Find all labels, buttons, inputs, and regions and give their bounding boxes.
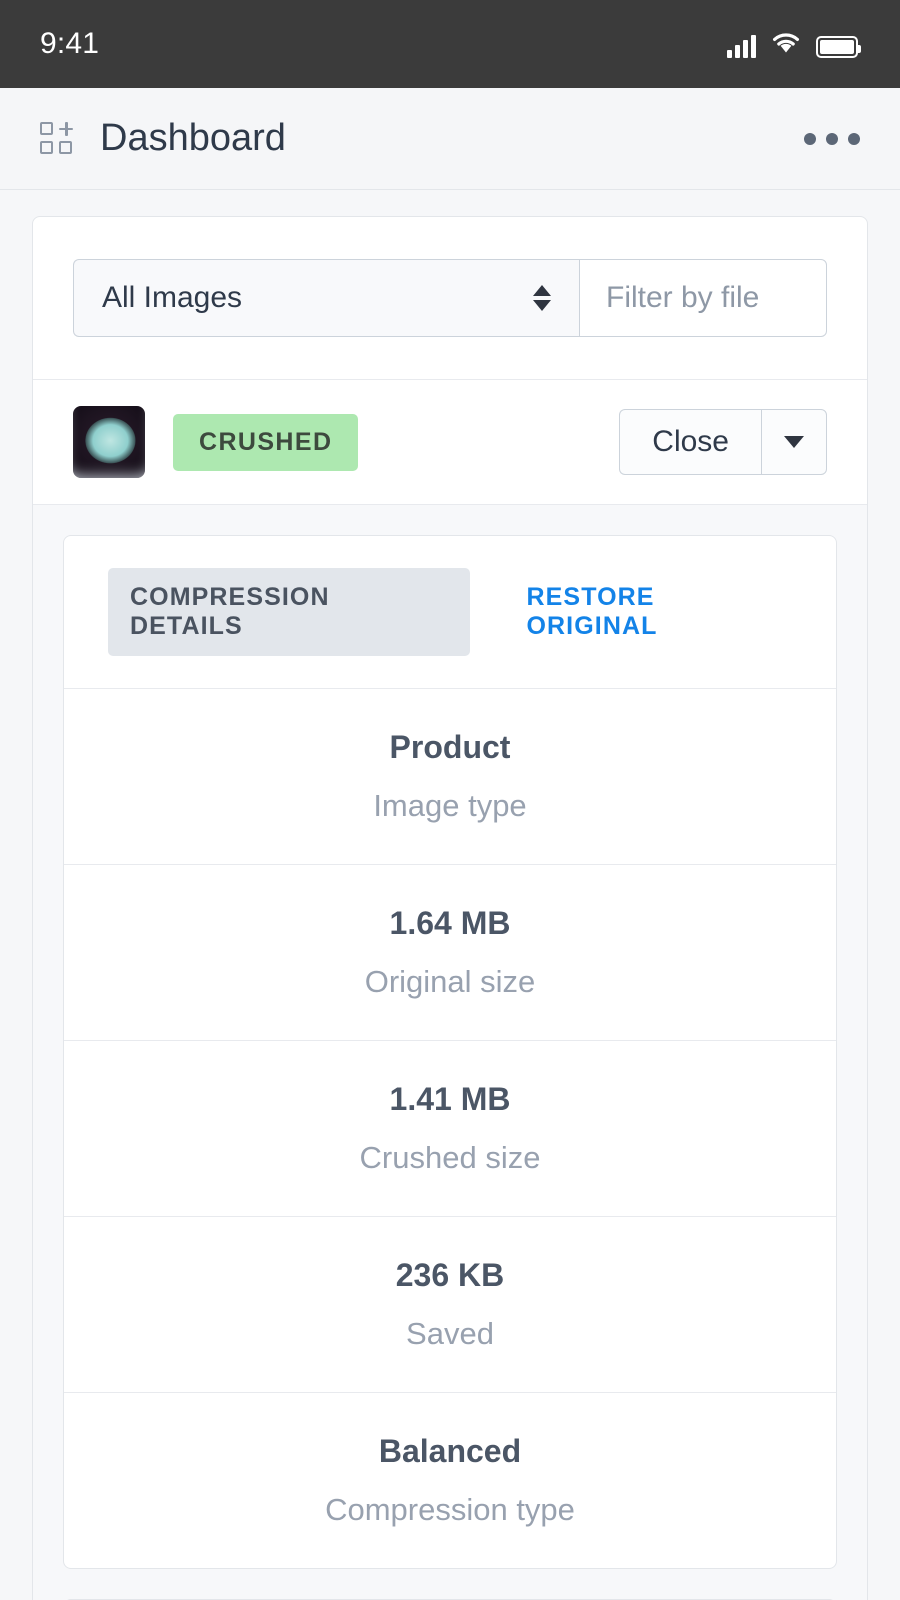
image-type-select-value: All Images <box>102 281 242 315</box>
app-header: Dashboard <box>0 88 900 190</box>
status-icon-group <box>727 31 858 58</box>
image-row: CRUSHED Close <box>33 380 867 505</box>
stat-label: Crushed size <box>88 1140 812 1176</box>
close-dropdown-button[interactable] <box>761 409 827 475</box>
images-card: All Images Filter by file CRUSHED Close … <box>32 216 868 1600</box>
compression-details-panel: COMPRESSION DETAILS RESTORE ORIGINAL Pro… <box>63 535 837 1569</box>
more-options-icon[interactable] <box>804 133 860 145</box>
select-arrows-icon <box>533 285 551 311</box>
stat-value: Product <box>88 729 812 766</box>
tab-compression-details[interactable]: COMPRESSION DETAILS <box>108 568 470 656</box>
battery-icon <box>816 36 858 58</box>
astronaut-helmet-thumbnail[interactable] <box>73 406 145 478</box>
wifi-icon <box>771 31 801 58</box>
close-button-group: Close <box>619 409 827 475</box>
grid-plus-icon <box>40 122 74 156</box>
page-title: Dashboard <box>100 117 286 160</box>
stat-label: Image type <box>88 788 812 824</box>
stat-row: 1.41 MB Crushed size <box>64 1040 836 1216</box>
stat-row: Product Image type <box>64 689 836 864</box>
stat-value: 236 KB <box>88 1257 812 1294</box>
stat-label: Original size <box>88 964 812 1000</box>
stat-row: Balanced Compression type <box>64 1392 836 1568</box>
stat-row: 1.64 MB Original size <box>64 864 836 1040</box>
stat-label: Compression type <box>88 1492 812 1528</box>
filter-row: All Images Filter by file <box>33 217 867 380</box>
status-bar: 9:41 <box>0 0 900 88</box>
stat-row: 236 KB Saved <box>64 1216 836 1392</box>
stat-label: Saved <box>88 1316 812 1352</box>
stat-value: 1.41 MB <box>88 1081 812 1118</box>
status-badge: CRUSHED <box>173 414 358 471</box>
cellular-signal-icon <box>727 36 756 58</box>
compression-tab-bar: COMPRESSION DETAILS RESTORE ORIGINAL <box>64 536 836 689</box>
detail-panel-wrapper: COMPRESSION DETAILS RESTORE ORIGINAL Pro… <box>33 505 867 1600</box>
filter-by-file-input[interactable]: Filter by file <box>579 259 827 337</box>
close-button[interactable]: Close <box>619 409 761 475</box>
filter-input-group: All Images Filter by file <box>73 259 827 337</box>
filter-by-file-placeholder: Filter by file <box>606 281 759 315</box>
header-left-group: Dashboard <box>40 117 286 160</box>
stat-value: 1.64 MB <box>88 905 812 942</box>
chevron-down-icon <box>784 436 804 448</box>
image-type-select[interactable]: All Images <box>73 259 579 337</box>
restore-original-link[interactable]: RESTORE ORIGINAL <box>526 583 792 641</box>
status-time: 9:41 <box>40 27 99 61</box>
stat-value: Balanced <box>88 1433 812 1470</box>
